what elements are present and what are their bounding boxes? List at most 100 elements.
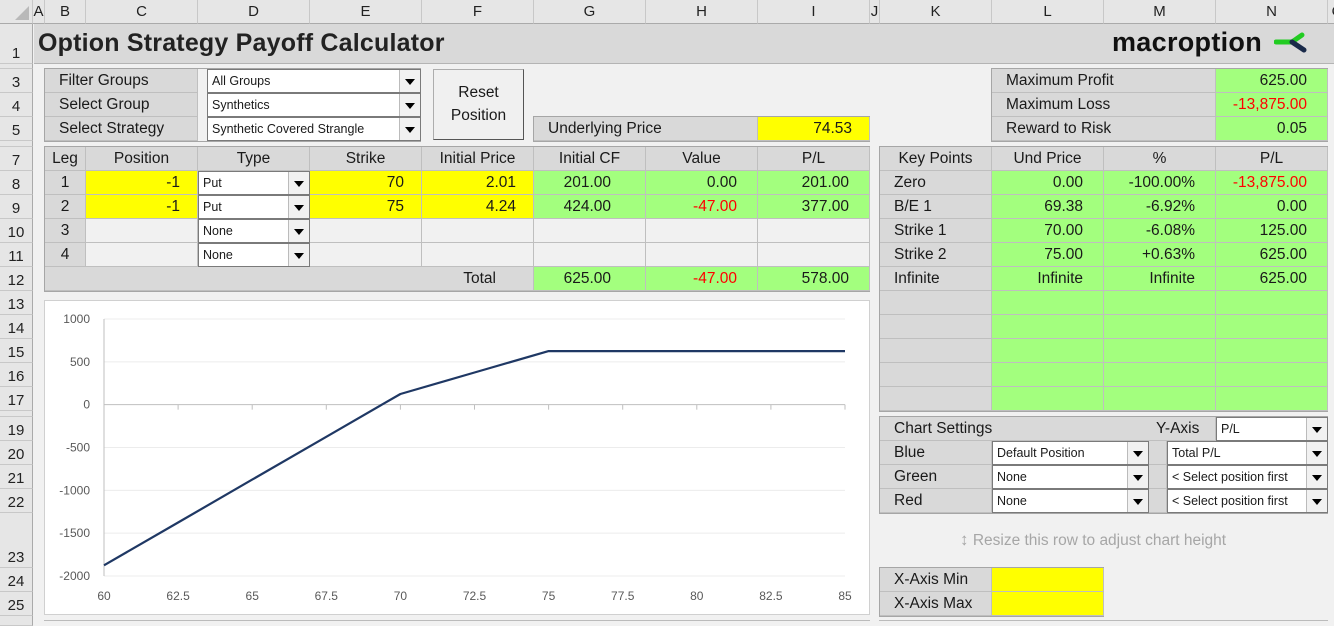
legs-header-value: Value [646, 147, 758, 171]
row-header-3[interactable]: 3 [0, 69, 33, 93]
row-header-26[interactable] [0, 616, 33, 626]
key-point-pl: 625.00 [1216, 267, 1328, 291]
leg-initial-price-input[interactable] [422, 243, 534, 267]
col-header-g[interactable]: G [534, 0, 646, 24]
leg-position-input[interactable] [86, 243, 198, 267]
row-header-22[interactable]: 22 [0, 489, 33, 513]
chevron-down-icon[interactable] [1127, 442, 1148, 464]
key-points-header-pct: % [1104, 147, 1216, 171]
col-header-b[interactable]: B [45, 0, 86, 24]
leg-type-dropdown[interactable]: None [198, 219, 310, 243]
leg-initial-price-input[interactable] [422, 219, 534, 243]
key-point-empty-cell [992, 291, 1104, 315]
row-header-1[interactable]: 1 [0, 24, 33, 64]
col-header-l[interactable]: L [992, 0, 1104, 24]
row-header-21[interactable]: 21 [0, 465, 33, 489]
macroption-logo: macroption [1112, 27, 1308, 58]
chevron-down-icon[interactable] [1306, 418, 1327, 440]
chevron-down-icon[interactable] [1306, 490, 1327, 512]
leg-initial-price-input[interactable]: 4.24 [422, 195, 534, 219]
row-header-10[interactable]: 10 [0, 219, 33, 243]
chevron-down-icon[interactable] [288, 196, 309, 218]
col-header-o[interactable]: O [1328, 0, 1334, 24]
row-header-7[interactable]: 7 [0, 147, 33, 171]
row-header-24[interactable]: 24 [0, 568, 33, 592]
row-header-25[interactable]: 25 [0, 592, 33, 616]
y-axis-dropdown[interactable]: P/L [1216, 417, 1328, 441]
chevron-down-icon[interactable] [399, 94, 420, 116]
col-header-f[interactable]: F [422, 0, 534, 24]
leg-strike-input[interactable] [310, 243, 422, 267]
leg-position-input[interactable]: -1 [86, 171, 198, 195]
row-header-16[interactable]: 16 [0, 363, 33, 387]
leg-position-input[interactable] [86, 219, 198, 243]
select-strategy-dropdown[interactable]: Synthetic Covered Strangle [207, 117, 421, 141]
blue-series-dropdown[interactable]: Total P/L [1167, 441, 1328, 465]
key-point-und-price: 69.38 [992, 195, 1104, 219]
chevron-down-icon[interactable] [399, 70, 420, 92]
row-header-17[interactable]: 17 [0, 387, 33, 411]
col-header-c[interactable]: C [86, 0, 198, 24]
x-axis-max-input[interactable] [992, 592, 1104, 616]
blue-position-dropdown[interactable]: Default Position [992, 441, 1149, 465]
row-header-15[interactable]: 15 [0, 339, 33, 363]
leg-type-dropdown[interactable]: None [198, 243, 310, 267]
underlying-price-input[interactable]: 74.53 [758, 117, 870, 141]
row-header-9[interactable]: 9 [0, 195, 33, 219]
chevron-down-icon[interactable] [1306, 442, 1327, 464]
chevron-down-icon[interactable] [1127, 490, 1148, 512]
row-header-5[interactable]: 5 [0, 117, 33, 141]
chevron-down-icon[interactable] [1306, 466, 1327, 488]
leg-strike-input[interactable] [310, 219, 422, 243]
leg-initial-cf: 424.00 [534, 195, 646, 219]
col-header-i[interactable]: I [758, 0, 870, 24]
chevron-down-icon[interactable] [1127, 466, 1148, 488]
spacer [1149, 441, 1167, 465]
chevron-down-icon[interactable] [399, 118, 420, 140]
legs-total-label: Total [45, 267, 534, 291]
row-header-20[interactable]: 20 [0, 441, 33, 465]
leg-type-dropdown[interactable]: Put [198, 171, 310, 195]
leg-initial-price-input[interactable]: 2.01 [422, 171, 534, 195]
green-position-dropdown[interactable]: None [992, 465, 1149, 489]
leg-type-dropdown[interactable]: Put [198, 195, 310, 219]
row-header-14[interactable]: 14 [0, 315, 33, 339]
col-header-j[interactable]: J [870, 0, 880, 24]
col-header-d[interactable]: D [198, 0, 310, 24]
select-all-corner[interactable] [0, 0, 33, 24]
col-header-m[interactable]: M [1104, 0, 1216, 24]
col-header-n[interactable]: N [1216, 0, 1328, 24]
chart-settings-title: Chart Settings Y-Axis [880, 417, 1216, 441]
col-header-h[interactable]: H [646, 0, 758, 24]
row-header-11[interactable]: 11 [0, 243, 33, 267]
row-header-19[interactable]: 19 [0, 417, 33, 441]
select-strategy-value: Synthetic Covered Strangle [212, 122, 365, 136]
filter-groups-value: All Groups [212, 74, 271, 88]
leg-strike-input[interactable]: 70 [310, 171, 422, 195]
col-header-a[interactable]: A [33, 0, 45, 24]
chevron-down-icon[interactable] [288, 244, 309, 266]
reward-risk-value: 0.05 [1216, 117, 1328, 141]
row-header-4[interactable]: 4 [0, 93, 33, 117]
row-header-13[interactable]: 13 [0, 291, 33, 315]
chevron-down-icon[interactable] [288, 172, 309, 194]
key-point-pl: 125.00 [1216, 219, 1328, 243]
row-header-12[interactable]: 12 [0, 267, 33, 291]
filter-groups-dropdown[interactable]: All Groups [207, 69, 421, 93]
col-header-e[interactable]: E [310, 0, 422, 24]
red-series-dropdown[interactable]: < Select position first [1167, 489, 1328, 513]
reset-position-button[interactable]: Reset Position [433, 69, 524, 140]
max-profit-value: 625.00 [1216, 69, 1328, 93]
blue-series-value: Total P/L [1172, 446, 1221, 460]
col-header-k[interactable]: K [880, 0, 992, 24]
leg-strike-input[interactable]: 75 [310, 195, 422, 219]
chevron-down-icon[interactable] [288, 220, 309, 242]
payoff-chart[interactable]: 1000 500 0 -500 -1000 -1500 -2000 60 62.5 65 67.5… [44, 300, 870, 615]
row-header-8[interactable]: 8 [0, 171, 33, 195]
select-group-dropdown[interactable]: Synthetics [207, 93, 421, 117]
row-header-23[interactable]: 23 [0, 513, 33, 568]
green-series-dropdown[interactable]: < Select position first [1167, 465, 1328, 489]
x-axis-min-input[interactable] [992, 568, 1104, 592]
red-position-dropdown[interactable]: None [992, 489, 1149, 513]
leg-position-input[interactable]: -1 [86, 195, 198, 219]
